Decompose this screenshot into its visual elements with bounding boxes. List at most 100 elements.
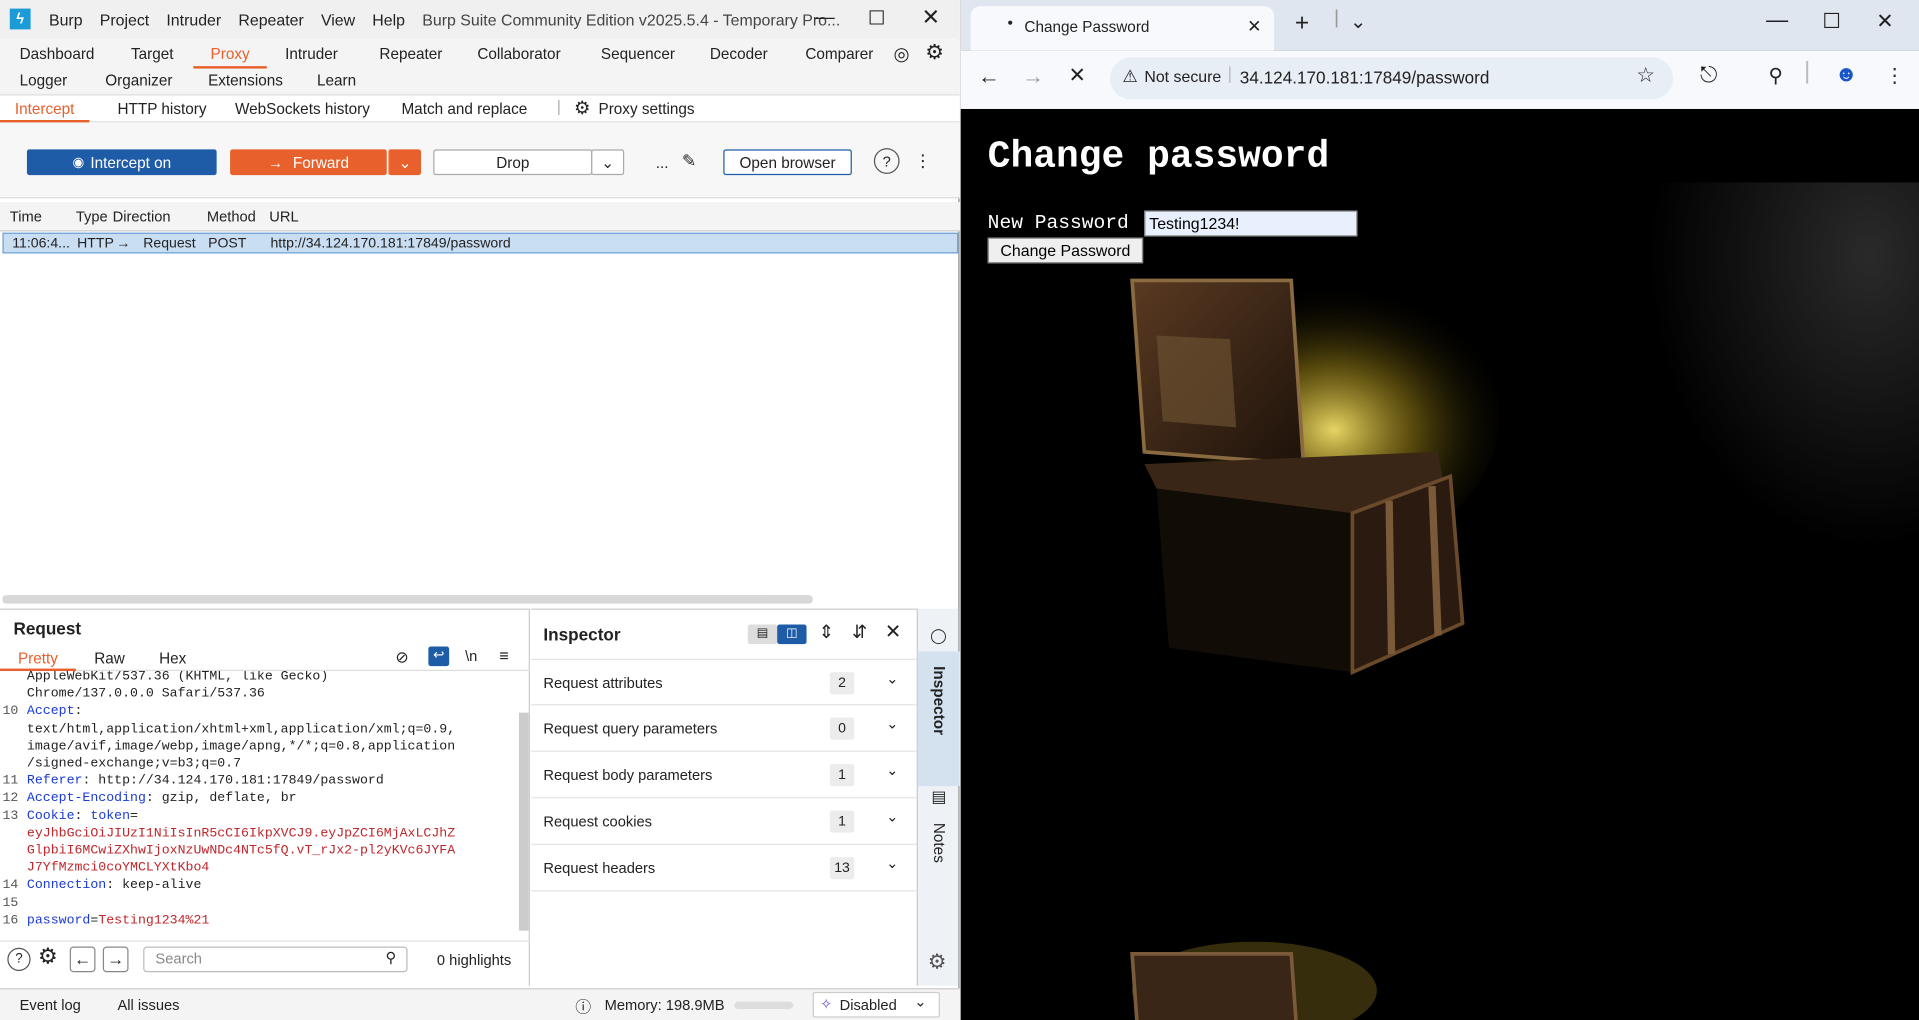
- layout-split-icon[interactable]: ◫: [777, 624, 807, 645]
- inspector-row-headers[interactable]: Request headers 13 ⌄: [531, 845, 917, 892]
- tab-sequencer[interactable]: Sequencer: [601, 45, 675, 62]
- minimize-icon[interactable]: —: [815, 7, 835, 29]
- menu-burp[interactable]: Burp: [49, 11, 83, 29]
- tab-logger[interactable]: Logger: [20, 72, 68, 89]
- code-line[interactable]: 10 Accept:: [0, 703, 516, 720]
- stop-loading-icon[interactable]: ✕: [1068, 64, 1085, 88]
- tab-intruder[interactable]: Intruder: [285, 45, 338, 62]
- close-icon[interactable]: ✕: [1876, 10, 1893, 34]
- gear-icon[interactable]: ⚙: [928, 950, 947, 974]
- globe-icon[interactable]: ◎: [893, 43, 909, 65]
- chevron-down-icon[interactable]: ⌄: [886, 715, 898, 732]
- search-input[interactable]: Search: [143, 946, 408, 973]
- bookmark-star-icon[interactable]: ☆: [1636, 64, 1655, 88]
- chevron-down-icon[interactable]: ⌄: [886, 670, 898, 687]
- side-tab-notes[interactable]: Notes: [930, 823, 947, 863]
- subtab-intercept[interactable]: Intercept: [0, 100, 90, 123]
- tab-dashboard[interactable]: Dashboard: [20, 45, 95, 62]
- profile-avatar-icon[interactable]: ☻: [1835, 61, 1858, 87]
- settings-gear-icon[interactable]: ⚙: [574, 97, 590, 119]
- kebab-menu-icon[interactable]: ⋮: [913, 148, 933, 174]
- settings-gear-icon[interactable]: ⚙: [38, 944, 58, 970]
- horizontal-scrollbar[interactable]: [2, 595, 813, 604]
- tab-target[interactable]: Target: [131, 45, 174, 62]
- tab-comparer[interactable]: Comparer: [805, 45, 873, 62]
- col-method[interactable]: Method: [207, 208, 256, 225]
- labs-flask-icon[interactable]: ⚲: [1769, 64, 1783, 88]
- previous-arrow-icon[interactable]: ←: [69, 946, 96, 973]
- view-tab-hex[interactable]: Hex: [159, 650, 186, 667]
- code-line[interactable]: 16 password=Testing1234%21: [0, 912, 516, 928]
- menu-view[interactable]: View: [321, 11, 355, 29]
- tab-proxy[interactable]: Proxy: [193, 45, 267, 69]
- menu-repeater[interactable]: Repeater: [238, 11, 303, 29]
- menu-lines-icon[interactable]: ≡: [499, 647, 508, 665]
- next-arrow-icon[interactable]: →: [102, 946, 129, 973]
- forward-dropdown-chevron-icon[interactable]: ⌄: [387, 149, 422, 176]
- forward-button[interactable]: → Forward: [230, 149, 387, 176]
- subtab-http-history[interactable]: HTTP history: [117, 100, 206, 117]
- layout-list-icon[interactable]: ▤: [747, 624, 778, 645]
- inspector-row-attributes[interactable]: Request attributes 2 ⌄: [531, 658, 917, 706]
- tab-learn[interactable]: Learn: [317, 72, 356, 89]
- code-line[interactable]: Chrome/137.0.0.0 Safari/537.36: [0, 686, 516, 703]
- drop-button[interactable]: Drop: [433, 149, 593, 176]
- help-icon[interactable]: ?: [7, 947, 31, 972]
- menu-project[interactable]: Project: [100, 11, 150, 29]
- more-actions-button[interactable]: ...: [651, 149, 673, 175]
- subtab-websockets-history[interactable]: WebSockets history: [235, 100, 370, 117]
- maximize-icon[interactable]: ☐: [1822, 10, 1841, 34]
- code-line[interactable]: /signed-exchange;v=b3;q=0.7: [0, 756, 516, 773]
- tab-decoder[interactable]: Decoder: [710, 45, 768, 62]
- view-tab-pretty[interactable]: Pretty: [0, 650, 76, 672]
- open-browser-button[interactable]: Open browser: [723, 149, 852, 176]
- chevron-down-icon[interactable]: ⌄: [886, 762, 898, 779]
- col-url[interactable]: URL: [269, 208, 298, 225]
- proxy-settings-link[interactable]: Proxy settings: [598, 100, 694, 117]
- forward-arrow-icon[interactable]: →: [1022, 64, 1044, 90]
- extensions-puzzle-icon[interactable]: ⎋: [1700, 62, 1717, 88]
- code-line[interactable]: GlpbiI6MCwiZXhwIjoxNzUwNDc4NTc5fQ.vT_rJx…: [0, 842, 516, 859]
- browser-tab[interactable]: ● Change Password ✕: [970, 6, 1275, 51]
- code-line[interactable]: 13 Cookie: token=: [0, 808, 516, 825]
- close-icon[interactable]: ✕: [885, 620, 901, 644]
- code-line[interactable]: AppleWebKit/537.36 (KHTML, like Gecko): [0, 671, 516, 686]
- new-tab-plus-icon[interactable]: +: [1295, 10, 1309, 38]
- tab-collaborator[interactable]: Collaborator: [477, 45, 560, 62]
- edit-pencil-icon[interactable]: ✎: [677, 148, 701, 174]
- expand-all-icon[interactable]: ⇕: [819, 621, 834, 643]
- maximize-icon[interactable]: ☐: [868, 6, 886, 30]
- help-icon[interactable]: ?: [873, 148, 900, 174]
- close-icon[interactable]: ✕: [922, 5, 940, 31]
- code-line[interactable]: 15: [0, 895, 516, 912]
- code-line[interactable]: image/avif,image/webp,image/apng,*/*;q=0…: [0, 738, 516, 755]
- inspector-row-cookies[interactable]: Request cookies 1 ⌄: [531, 798, 917, 845]
- code-line[interactable]: J7YfMzmci0coYMCLYXtKbo4: [0, 860, 516, 877]
- inspector-row-query[interactable]: Request query parameters 0 ⌄: [531, 705, 917, 752]
- url-text[interactable]: 34.124.170.181:17849/password: [1240, 67, 1490, 87]
- tab-organizer[interactable]: Organizer: [105, 72, 172, 89]
- close-tab-icon[interactable]: ✕: [1247, 16, 1261, 37]
- intercept-toggle-button[interactable]: ◉ Intercept on: [26, 149, 217, 176]
- view-tab-raw[interactable]: Raw: [94, 650, 125, 667]
- menu-help[interactable]: Help: [372, 11, 405, 29]
- new-password-input[interactable]: Testing1234!: [1144, 210, 1358, 237]
- notes-icon[interactable]: ▤: [931, 787, 946, 807]
- minimize-icon[interactable]: —: [1766, 7, 1788, 33]
- tab-search-chevron-icon[interactable]: ⌄: [1350, 10, 1366, 34]
- back-arrow-icon[interactable]: ←: [978, 64, 1000, 90]
- omnibox[interactable]: ⚠ Not secure | 34.124.170.181:17849/pass…: [1110, 57, 1674, 100]
- code-line[interactable]: 14 Connection: keep-alive: [0, 877, 516, 894]
- chevron-down-icon[interactable]: ⌄: [886, 808, 898, 825]
- subtab-match-replace[interactable]: Match and replace: [401, 100, 527, 117]
- change-password-button[interactable]: Change Password: [987, 237, 1144, 264]
- hide-eye-icon[interactable]: ⊘: [395, 648, 408, 668]
- col-time[interactable]: Time: [10, 208, 42, 225]
- col-direction[interactable]: Direction: [113, 208, 171, 225]
- kebab-menu-icon[interactable]: ⋮: [1885, 64, 1905, 88]
- inspector-side-icon[interactable]: ◯: [930, 627, 946, 644]
- request-editor[interactable]: AppleWebKit/537.36 (KHTML, like Gecko) Ch…: [0, 671, 516, 928]
- menu-intruder[interactable]: Intruder: [166, 11, 221, 29]
- event-log-link[interactable]: Event log: [20, 997, 81, 1014]
- security-label[interactable]: Not secure: [1144, 67, 1221, 85]
